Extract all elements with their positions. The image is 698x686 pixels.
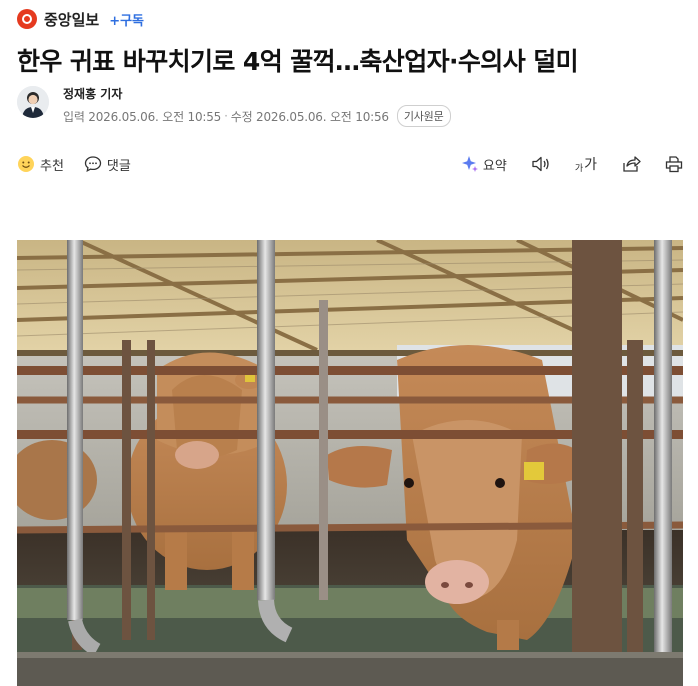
share-button[interactable] <box>621 155 641 173</box>
article-toolbar: 추천 댓글 요약 가 가 <box>17 150 683 178</box>
author-name[interactable]: 정재홍 기자 <box>63 87 451 101</box>
published-date: 입력 2026.05.06. 오전 10:55 <box>63 109 222 124</box>
comment-label: 댓글 <box>106 158 131 174</box>
author-avatar[interactable] <box>17 86 49 118</box>
audio-icon <box>532 156 549 172</box>
press-header: 중앙일보 +구독 <box>17 6 144 32</box>
recommend-button[interactable]: 추천 <box>17 155 64 174</box>
summary-button[interactable]: 요약 <box>461 155 507 174</box>
date-separator: · <box>224 109 228 123</box>
article-dates: 입력 2026.05.06. 오전 10:55 · 수정 2026.05.06.… <box>63 105 451 127</box>
font-size-large-label: 가 <box>584 157 597 173</box>
font-size-small-label: 가 <box>574 164 584 174</box>
comment-button[interactable]: 댓글 <box>84 155 131 174</box>
print-icon <box>665 156 683 173</box>
article-photo <box>17 240 683 686</box>
print-button[interactable] <box>665 155 683 173</box>
font-size-icon: 가 가 <box>575 154 597 174</box>
original-article-link[interactable]: 기사원문 <box>396 105 451 127</box>
font-size-button[interactable]: 가 가 <box>575 154 597 174</box>
recommend-label: 추천 <box>40 158 64 174</box>
press-logo-icon[interactable] <box>17 9 37 29</box>
article-title: 한우 귀표 바꾸치기로 4억 꿀꺽…축산업자·수의사 덜미 <box>17 47 579 76</box>
byline: 정재홍 기자 입력 2026.05.06. 오전 10:55 · 수정 2026… <box>17 86 451 127</box>
summary-sparkle-icon <box>461 156 478 172</box>
summary-label: 요약 <box>482 158 507 174</box>
press-name[interactable]: 중앙일보 <box>44 9 99 30</box>
modified-date: 수정 2026.05.06. 오전 10:56 <box>230 109 389 124</box>
subscribe-button[interactable]: +구독 <box>109 10 144 29</box>
recommend-icon <box>18 156 34 172</box>
share-icon <box>623 156 641 172</box>
audio-button[interactable] <box>531 155 551 173</box>
comment-icon <box>84 156 102 172</box>
